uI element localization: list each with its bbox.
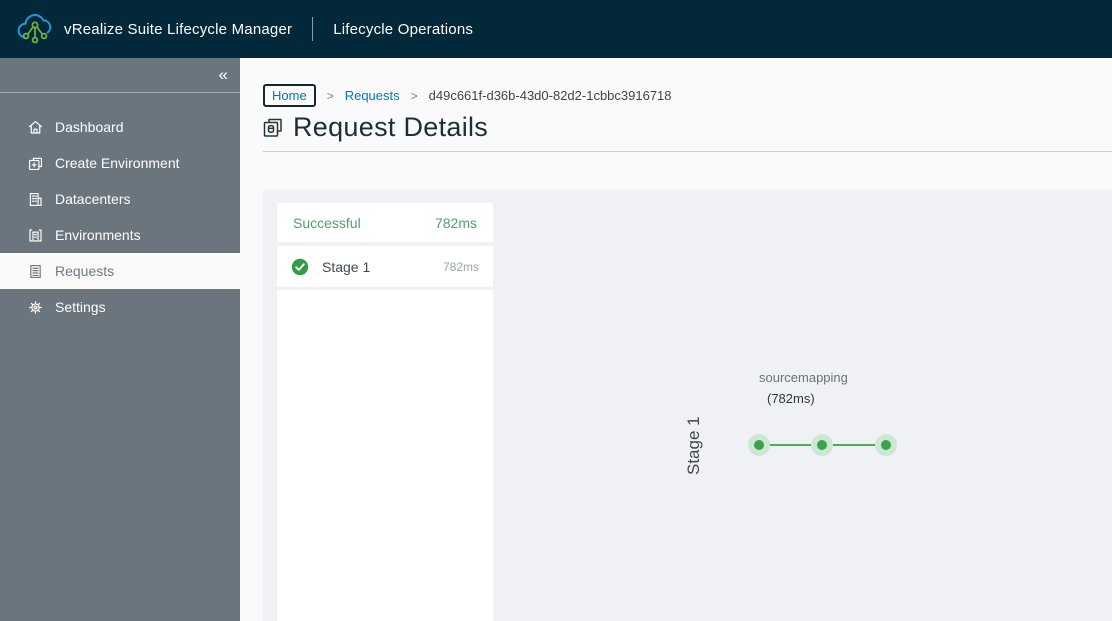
top-header-bar: vRealize Suite Lifecycle Manager Lifecyc… <box>0 0 1112 58</box>
request-total-duration: 782ms <box>434 214 477 231</box>
sidebar-top: « <box>0 58 240 93</box>
breadcrumb-home-link[interactable]: Home <box>263 84 316 107</box>
datacenter-icon <box>27 191 44 208</box>
sidebar-item-label: Requests <box>55 263 115 279</box>
breadcrumb-separator-icon: > <box>326 88 334 103</box>
sidebar-item-label: Environments <box>55 227 141 243</box>
module-title: Lifecycle Operations <box>333 20 474 38</box>
sidebar-item-settings[interactable]: Settings <box>0 289 240 325</box>
graph-node-start[interactable] <box>748 434 770 456</box>
sidebar-item-label: Settings <box>55 299 106 315</box>
sidebar-item-label: Dashboard <box>55 119 124 135</box>
title-divider <box>263 151 1112 152</box>
breadcrumb-requests-link[interactable]: Requests <box>345 88 400 103</box>
graph-task-label: sourcemapping (782ms) <box>759 367 848 409</box>
environment-icon <box>27 227 44 244</box>
graph-node-end[interactable] <box>875 434 897 456</box>
sidebar-collapse-icon[interactable]: « <box>219 64 228 86</box>
home-icon <box>27 119 44 136</box>
stage-list-item[interactable]: Stage 1 782ms <box>277 246 493 287</box>
breadcrumb: Home > Requests > d49c661f-d36b-43d0-82d… <box>263 84 672 107</box>
create-environment-icon <box>27 155 44 172</box>
stage-name: Stage 1 <box>322 258 371 275</box>
page-title: Request Details <box>293 112 489 142</box>
sidebar-nav: Dashboard Create Environment Datacenters… <box>0 109 240 325</box>
sidebar-item-dashboard[interactable]: Dashboard <box>0 109 240 145</box>
sidebar-item-label: Datacenters <box>55 191 131 207</box>
stages-summary-header[interactable]: Successful 782ms <box>277 203 493 242</box>
stage-duration: 782ms <box>442 259 479 274</box>
page-title-row: Request Details <box>261 112 488 143</box>
header-divider <box>312 17 314 41</box>
task-duration: (782ms) <box>767 391 815 406</box>
app-window: vRealize Suite Lifecycle Manager Lifecyc… <box>0 0 1112 621</box>
request-details-icon <box>261 116 285 140</box>
breadcrumb-separator-icon: > <box>410 88 418 103</box>
sidebar: « Dashboard Create Environment Datacente… <box>0 58 240 621</box>
graph-node-task[interactable] <box>811 434 833 456</box>
stages-card: Successful 782ms Stage 1 782ms <box>277 203 493 621</box>
sidebar-item-datacenters[interactable]: Datacenters <box>0 181 240 217</box>
sidebar-item-create-environment[interactable]: Create Environment <box>0 145 240 181</box>
success-check-icon <box>291 258 309 275</box>
sidebar-item-environments[interactable]: Environments <box>0 217 240 253</box>
stages-card-filler <box>277 290 493 621</box>
request-status-text: Successful <box>293 214 361 231</box>
requests-icon <box>27 263 44 280</box>
graph-stage-label: Stage 1 <box>684 416 703 476</box>
product-title: vRealize Suite Lifecycle Manager <box>64 20 293 38</box>
task-name: sourcemapping <box>759 370 848 385</box>
sidebar-item-label: Create Environment <box>55 155 180 171</box>
sidebar-item-requests[interactable]: Requests <box>0 253 240 289</box>
vrealize-logo-icon <box>17 14 52 44</box>
breadcrumb-request-id: d49c661f-d36b-43d0-82d2-1cbbc3916718 <box>428 88 672 103</box>
gear-icon <box>27 299 44 316</box>
